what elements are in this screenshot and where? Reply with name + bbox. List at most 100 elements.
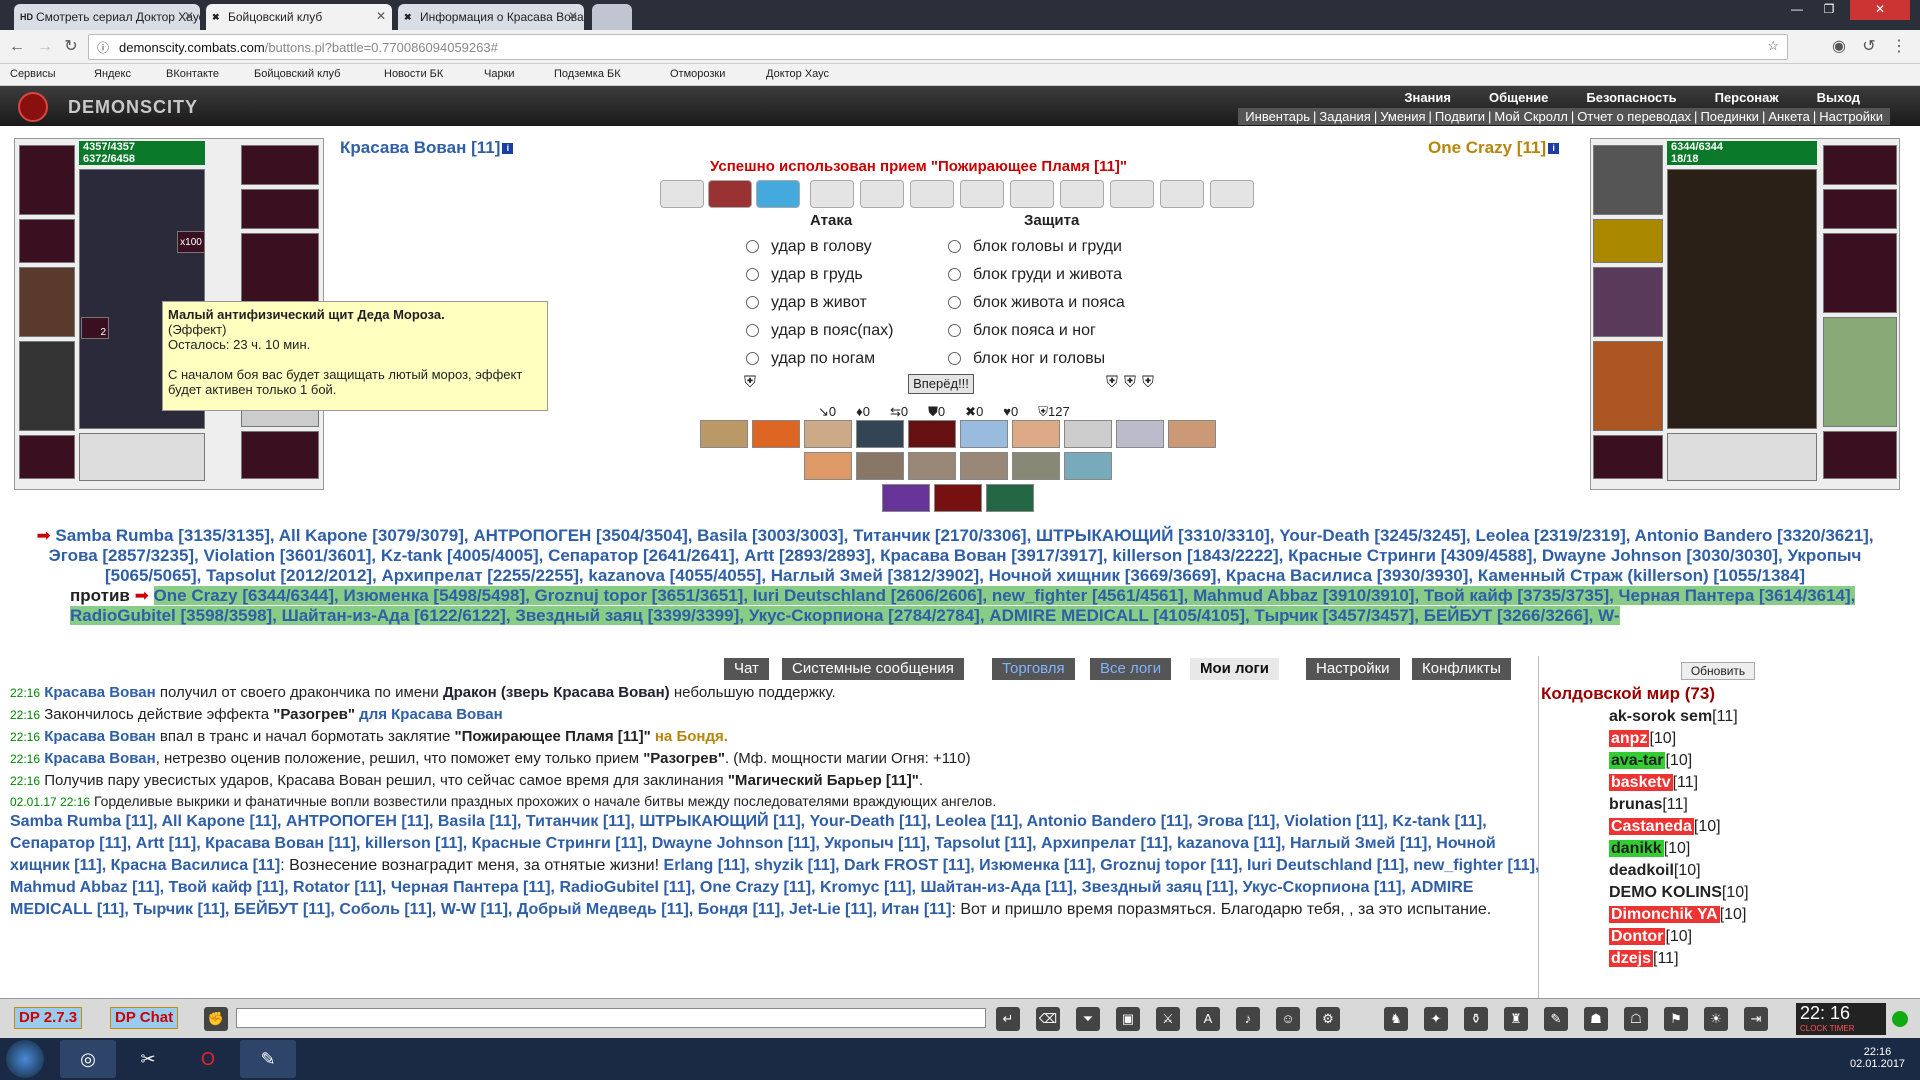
sub-fights[interactable]: Поединки [1697,109,1762,124]
close-icon[interactable]: ✕ [568,9,578,23]
extension-icon[interactable]: ◉ [1830,38,1848,56]
filter-icon[interactable]: ⏷ [1076,1007,1100,1031]
skill-icon[interactable] [1064,452,1112,480]
close-window-icon[interactable]: ✕ [1850,0,1910,20]
scroll-slot[interactable] [756,180,800,208]
skill-icon[interactable] [986,484,1034,512]
online-user[interactable]: ak-sorok sem[11] [1609,708,1738,726]
action-icon[interactable]: ☖ [1624,1007,1648,1031]
attack-head-radio[interactable]: удар в голову [746,238,872,256]
sub-tasks[interactable]: Задания [1316,109,1373,124]
menu-icon[interactable]: ⋮ [1890,38,1908,56]
tab-settings[interactable]: Настройки [1306,658,1400,680]
refresh-ext-icon[interactable]: ↺ [1860,38,1878,56]
bookmark-house[interactable]: Доктор Хаус [766,68,829,80]
paint-icon[interactable]: ✎ [240,1040,296,1078]
enter-icon[interactable]: ↵ [996,1007,1020,1031]
chat-user[interactable]: Красава Вован [44,728,155,745]
new-tab-button[interactable] [592,4,632,30]
skill-icon[interactable] [960,452,1008,480]
sub-profile[interactable]: Анкета [1765,109,1813,124]
chrome-icon[interactable]: ◎ [60,1040,116,1078]
block-chest-belly-radio[interactable]: блок груди и живота [948,266,1122,284]
tab-combats[interactable]: ✖ Бойцовский клуб ✕ [206,4,392,30]
online-user[interactable]: ava-tar [10] [1609,752,1692,770]
attack-chest-radio[interactable]: удар в грудь [746,266,863,284]
forward-icon[interactable]: → [36,38,54,56]
tab-info[interactable]: ✖ Информация о Красава Вован ✕ [398,4,584,30]
skill-icon[interactable] [856,420,904,448]
helmet-slot[interactable] [19,145,75,215]
menu-knowledge[interactable]: Знания [1404,90,1451,105]
sub-feats[interactable]: Подвиги [1432,109,1488,124]
action-icon[interactable]: ✎ [1544,1007,1568,1031]
star-icon[interactable]: ☆ [1767,38,1779,54]
skill-icon[interactable] [1012,420,1060,448]
opera-icon[interactable]: O [180,1040,236,1078]
bookmark-yandex[interactable]: Яндекс [94,68,131,80]
bracer-slot[interactable] [1593,219,1663,263]
attack-legs-radio[interactable]: удар по ногам [746,350,875,368]
scroll-slot[interactable] [810,180,854,208]
skill-icon[interactable] [960,420,1008,448]
online-user[interactable]: deadkoil[10] [1609,862,1701,880]
info-icon[interactable]: i [502,143,514,155]
rune-slots[interactable] [79,433,205,481]
boots-slot[interactable] [1823,431,1897,479]
chat-user[interactable]: Красава Вован [44,684,155,701]
bracer-slot[interactable] [19,219,75,263]
bookmark-services[interactable]: Сервисы [10,68,56,80]
skill-icon[interactable] [804,452,852,480]
menu-exit[interactable]: Выход [1817,90,1860,105]
action-icon[interactable]: ⚱ [1464,1007,1488,1031]
skill-icon[interactable] [908,452,956,480]
online-user[interactable]: basketv [11] [1609,774,1698,792]
tab-doctor-house[interactable]: HD Смотреть сериал Доктор Хаус ✕ [14,4,200,30]
skill-icon[interactable] [908,420,956,448]
online-user[interactable]: Castaneda [10] [1609,818,1721,836]
online-user[interactable]: Dontor [10] [1609,928,1692,946]
shield-icon[interactable]: ⛨⛨⛨ [1106,374,1160,392]
app-icon[interactable]: ✂ [120,1040,176,1078]
helmet-slot[interactable] [1593,145,1663,215]
chat-input[interactable] [236,1008,986,1028]
ring-slot[interactable] [1823,233,1897,313]
action-icon[interactable]: ♜ [1504,1007,1528,1031]
bookmark-otmorozki[interactable]: Отморозки [670,68,725,80]
sub-settings[interactable]: Настройки [1816,109,1886,124]
skill-icon[interactable] [1168,420,1216,448]
earring-slot[interactable] [1823,145,1897,185]
skill-icon[interactable] [804,420,852,448]
menu-social[interactable]: Общение [1489,90,1548,105]
start-button-icon[interactable] [6,1040,44,1078]
opponent-name[interactable]: One Crazy [11] i [1428,138,1560,158]
restore-icon[interactable]: ❐ [1814,0,1844,20]
weapon-slot[interactable] [1593,267,1663,337]
tab-all-logs[interactable]: Все логи [1090,658,1172,680]
team-a-text[interactable]: Samba Rumba [3135/3135], All Kapone [307… [49,526,1874,585]
action-icon[interactable]: ⚑ [1664,1007,1688,1031]
online-user[interactable]: DEMO KOLINS[10] [1609,884,1749,902]
scroll-slot[interactable] [1060,180,1104,208]
bookmark-charki[interactable]: Чарки [484,68,515,80]
shield-icon[interactable]: ⛨ [744,374,756,392]
action-icon[interactable]: ♞ [1384,1007,1408,1031]
tab-system[interactable]: Системные сообщения [782,658,964,680]
online-user[interactable]: brunas[11] [1609,796,1688,814]
sub-inventory[interactable]: Инвентарь [1242,109,1313,124]
menu-character[interactable]: Персонаж [1715,90,1779,105]
skill-icon[interactable] [700,420,748,448]
skill-icon[interactable] [1012,452,1060,480]
amulet-slot[interactable] [1823,189,1897,229]
opponent-avatar[interactable] [1667,169,1817,429]
scroll-slot[interactable] [1210,180,1254,208]
settings-icon[interactable]: ⚙ [1316,1007,1340,1031]
skill-icon[interactable] [856,452,904,480]
menu-security[interactable]: Безопасность [1586,90,1676,105]
action-icon[interactable]: ☗ [1584,1007,1608,1031]
tab-my-logs[interactable]: Мои логи [1190,658,1280,680]
skill-icon[interactable] [1064,420,1112,448]
sound-icon[interactable]: ♪ [1236,1007,1260,1031]
armor-slot[interactable] [1593,341,1663,431]
scroll-slot[interactable] [860,180,904,208]
